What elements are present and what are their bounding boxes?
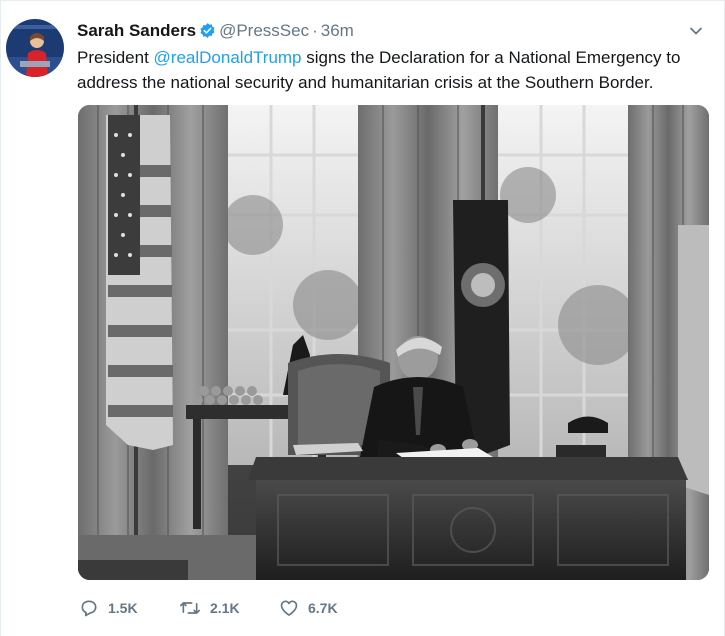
separator-dot: · <box>312 21 318 40</box>
author-handle[interactable]: @PressSec <box>219 21 309 40</box>
tweet-card[interactable]: Sarah Sanders @PressSec · 36m President @re… <box>0 0 725 636</box>
avatar-image <box>6 19 64 77</box>
retweet-icon <box>179 602 200 614</box>
retweet-count: 2.1K <box>210 600 240 616</box>
tweet-header: Sarah Sanders @PressSec · 36m <box>77 20 354 45</box>
tweet-media-photo[interactable] <box>78 105 709 580</box>
retweet-button[interactable]: 2.1K <box>179 598 279 618</box>
reply-icon <box>81 600 97 617</box>
tweet-text: President @realDonaldTrump signs the Dec… <box>77 45 707 95</box>
heart-icon <box>280 600 298 616</box>
tweet-actions: 1.5K 2.1K 6.7K <box>79 597 379 619</box>
verified-badge-icon <box>199 22 216 45</box>
like-button[interactable]: 6.7K <box>279 598 379 618</box>
avatar[interactable] <box>6 19 64 77</box>
like-count: 6.7K <box>308 600 338 616</box>
tweet-text-before: President <box>77 48 154 67</box>
author-name[interactable]: Sarah Sanders <box>77 21 196 40</box>
photo-oval-office <box>78 105 709 580</box>
chevron-down-icon[interactable] <box>688 23 704 39</box>
tweet-timestamp[interactable]: 36m <box>321 21 354 40</box>
mention-link[interactable]: @realDonaldTrump <box>154 48 302 67</box>
reply-count: 1.5K <box>108 600 138 616</box>
reply-button[interactable]: 1.5K <box>79 598 179 618</box>
